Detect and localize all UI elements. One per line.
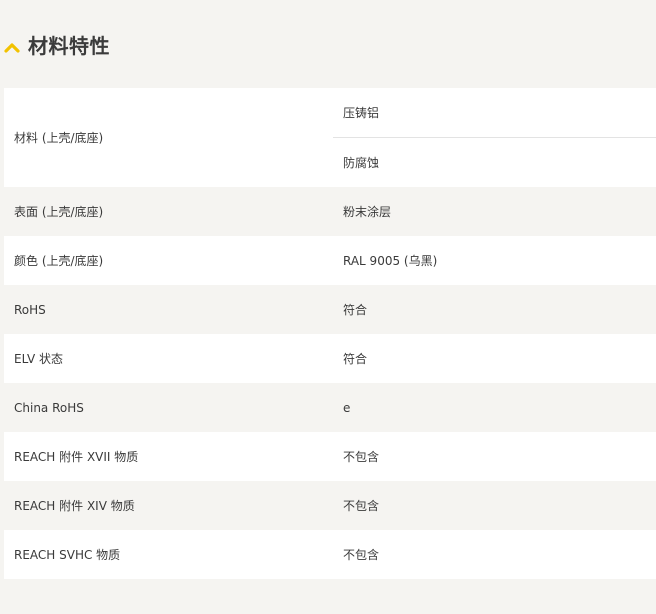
table-row-color: 颜色 (上壳/底座) RAL 9005 (乌黑) xyxy=(4,236,656,285)
table-row-surface: 表面 (上壳/底座) 粉末涂层 xyxy=(4,187,656,236)
table-row-reach-svhc: REACH SVHC 物质 不包含 xyxy=(4,530,656,579)
table-row-reach-annex-xvii: REACH 附件 XVII 物质 不包含 xyxy=(4,432,656,481)
table-row-reach-annex-xiv: REACH 附件 XIV 物质 不包含 xyxy=(4,481,656,530)
property-label: ELV 状态 xyxy=(14,352,63,366)
properties-table: 材料 (上壳/底座) 压铸铝 防腐蚀 表面 (上壳/底座) 粉末涂层 颜色 (上… xyxy=(4,88,656,579)
chevron-up-icon[interactable] xyxy=(4,38,20,53)
property-value: RAL 9005 (乌黑) xyxy=(343,254,438,268)
property-value: 符合 xyxy=(343,352,368,366)
table-row-material: 材料 (上壳/底座) 压铸铝 防腐蚀 xyxy=(4,88,656,187)
property-value: 压铸铝 xyxy=(333,88,656,138)
property-value-group: 压铸铝 防腐蚀 xyxy=(333,88,656,187)
property-label: 材料 (上壳/底座) xyxy=(14,131,104,145)
property-label: 颜色 (上壳/底座) xyxy=(14,254,104,268)
property-value: 不包含 xyxy=(343,499,380,513)
property-value: e xyxy=(343,400,351,415)
section-title: 材料特性 xyxy=(28,33,110,58)
property-label: China RoHS xyxy=(14,400,84,415)
table-row-elv-status: ELV 状态 符合 xyxy=(4,334,656,383)
property-label: 表面 (上壳/底座) xyxy=(14,205,104,219)
property-label: REACH 附件 XIV 物质 xyxy=(14,499,135,513)
property-label: RoHS xyxy=(14,302,46,317)
property-value: 不包含 xyxy=(343,450,380,464)
property-value: 符合 xyxy=(343,303,368,317)
property-value: 粉末涂层 xyxy=(343,205,392,219)
section-header-material-properties[interactable]: 材料特性 xyxy=(4,28,110,60)
property-value: 不包含 xyxy=(343,548,380,562)
table-row-china-rohs: China RoHS e xyxy=(4,383,656,432)
property-label: REACH SVHC 物质 xyxy=(14,548,121,562)
property-label: REACH 附件 XVII 物质 xyxy=(14,450,139,464)
table-row-rohs: RoHS 符合 xyxy=(4,285,656,334)
property-value: 防腐蚀 xyxy=(343,156,380,170)
